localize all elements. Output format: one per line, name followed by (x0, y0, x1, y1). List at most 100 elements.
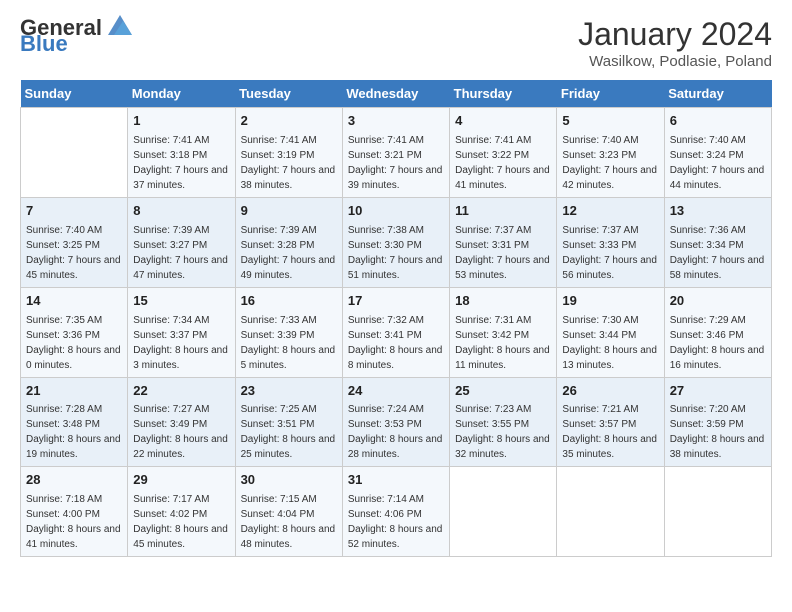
calendar-cell: 22Sunrise: 7:27 AMSunset: 3:49 PMDayligh… (128, 377, 235, 467)
day-number: 8 (133, 202, 229, 221)
day-header-wednesday: Wednesday (342, 80, 449, 108)
day-info: Sunrise: 7:14 AMSunset: 4:06 PMDaylight:… (348, 492, 444, 552)
day-number: 27 (670, 382, 766, 401)
day-number: 10 (348, 202, 444, 221)
week-row-1: 1 Sunrise: 7:41 AMSunset: 3:18 PMDaylight… (21, 108, 772, 198)
day-number: 24 (348, 382, 444, 401)
calendar-cell: 29 Sunrise: 7:17 AMSunset: 4:02 PMDayligh… (128, 467, 235, 557)
calendar-cell: 4 Sunrise: 7:41 AMSunset: 3:22 PMDaylight… (450, 108, 557, 198)
day-number: 21 (26, 382, 122, 401)
days-header-row: SundayMondayTuesdayWednesdayThursdayFrid… (21, 80, 772, 108)
calendar-cell: 7Sunrise: 7:40 AMSunset: 3:25 PMDaylight… (21, 197, 128, 287)
day-number: 1 (133, 112, 229, 131)
calendar-cell: 1 Sunrise: 7:41 AMSunset: 3:18 PMDaylight… (128, 108, 235, 198)
day-number: 19 (562, 292, 658, 311)
day-info: Sunrise: 7:37 AMSunset: 3:31 PMDaylight:… (455, 223, 551, 283)
calendar-cell: 14 Sunrise: 7:35 AMSunset: 3:36 PMDayligh… (21, 287, 128, 377)
logo-icon (104, 11, 136, 39)
calendar-cell (557, 467, 664, 557)
day-number: 28 (26, 471, 122, 490)
calendar-cell: 5Sunrise: 7:40 AMSunset: 3:23 PMDaylight… (557, 108, 664, 198)
day-info: Sunrise: 7:24 AMSunset: 3:53 PMDaylight:… (348, 402, 444, 462)
calendar-cell (450, 467, 557, 557)
day-header-saturday: Saturday (664, 80, 771, 108)
day-info: Sunrise: 7:18 AMSunset: 4:00 PMDaylight:… (26, 492, 122, 552)
day-number: 16 (241, 292, 337, 311)
header: General Blue January 2024 Wasilkow, Podl… (20, 16, 772, 70)
day-number: 31 (348, 471, 444, 490)
day-info: Sunrise: 7:36 AMSunset: 3:34 PMDaylight:… (670, 223, 766, 283)
day-number: 14 (26, 292, 122, 311)
day-info: Sunrise: 7:30 AMSunset: 3:44 PMDaylight:… (562, 313, 658, 373)
calendar-cell: 26Sunrise: 7:21 AMSunset: 3:57 PMDayligh… (557, 377, 664, 467)
day-info: Sunrise: 7:17 AMSunset: 4:02 PMDaylight:… (133, 492, 229, 552)
calendar-cell: 16 Sunrise: 7:33 AMSunset: 3:39 PMDayligh… (235, 287, 342, 377)
day-number: 18 (455, 292, 551, 311)
calendar-cell: 23Sunrise: 7:25 AMSunset: 3:51 PMDayligh… (235, 377, 342, 467)
day-number: 7 (26, 202, 122, 221)
day-info: Sunrise: 7:29 AMSunset: 3:46 PMDaylight:… (670, 313, 766, 373)
day-number: 9 (241, 202, 337, 221)
title-area: January 2024 Wasilkow, Podlasie, Poland (578, 16, 772, 70)
day-number: 4 (455, 112, 551, 131)
day-number: 23 (241, 382, 337, 401)
day-info: Sunrise: 7:38 AMSunset: 3:30 PMDaylight:… (348, 223, 444, 283)
day-number: 13 (670, 202, 766, 221)
day-header-tuesday: Tuesday (235, 80, 342, 108)
day-info: Sunrise: 7:39 AMSunset: 3:27 PMDaylight:… (133, 223, 229, 283)
day-number: 12 (562, 202, 658, 221)
calendar-cell: 27Sunrise: 7:20 AMSunset: 3:59 PMDayligh… (664, 377, 771, 467)
day-info: Sunrise: 7:37 AMSunset: 3:33 PMDaylight:… (562, 223, 658, 283)
calendar-cell: 9Sunrise: 7:39 AMSunset: 3:28 PMDaylight… (235, 197, 342, 287)
calendar-cell: 20 Sunrise: 7:29 AMSunset: 3:46 PMDayligh… (664, 287, 771, 377)
calendar-cell: 12 Sunrise: 7:37 AMSunset: 3:33 PMDayligh… (557, 197, 664, 287)
day-number: 20 (670, 292, 766, 311)
day-info: Sunrise: 7:15 AMSunset: 4:04 PMDaylight:… (241, 492, 337, 552)
day-info: Sunrise: 7:20 AMSunset: 3:59 PMDaylight:… (670, 402, 766, 462)
day-number: 11 (455, 202, 551, 221)
day-info: Sunrise: 7:40 AMSunset: 3:23 PMDaylight:… (562, 133, 658, 193)
day-number: 3 (348, 112, 444, 131)
calendar-cell: 18 Sunrise: 7:31 AMSunset: 3:42 PMDayligh… (450, 287, 557, 377)
day-number: 6 (670, 112, 766, 131)
day-number: 2 (241, 112, 337, 131)
day-info: Sunrise: 7:41 AMSunset: 3:18 PMDaylight:… (133, 133, 229, 193)
day-info: Sunrise: 7:31 AMSunset: 3:42 PMDaylight:… (455, 313, 551, 373)
calendar-cell: 15Sunrise: 7:34 AMSunset: 3:37 PMDayligh… (128, 287, 235, 377)
calendar-cell: 25Sunrise: 7:23 AMSunset: 3:55 PMDayligh… (450, 377, 557, 467)
calendar-cell: 17Sunrise: 7:32 AMSunset: 3:41 PMDayligh… (342, 287, 449, 377)
day-info: Sunrise: 7:28 AMSunset: 3:48 PMDaylight:… (26, 402, 122, 462)
month-title: January 2024 (578, 16, 772, 53)
calendar-table: SundayMondayTuesdayWednesdayThursdayFrid… (20, 80, 772, 557)
day-info: Sunrise: 7:27 AMSunset: 3:49 PMDaylight:… (133, 402, 229, 462)
day-number: 17 (348, 292, 444, 311)
week-row-5: 28 Sunrise: 7:18 AMSunset: 4:00 PMDayligh… (21, 467, 772, 557)
day-header-thursday: Thursday (450, 80, 557, 108)
day-info: Sunrise: 7:33 AMSunset: 3:39 PMDaylight:… (241, 313, 337, 373)
logo-text-blue: Blue (20, 32, 68, 56)
calendar-cell: 3 Sunrise: 7:41 AMSunset: 3:21 PMDaylight… (342, 108, 449, 198)
day-info: Sunrise: 7:41 AMSunset: 3:19 PMDaylight:… (241, 133, 337, 193)
day-number: 30 (241, 471, 337, 490)
day-info: Sunrise: 7:21 AMSunset: 3:57 PMDaylight:… (562, 402, 658, 462)
day-info: Sunrise: 7:25 AMSunset: 3:51 PMDaylight:… (241, 402, 337, 462)
calendar-cell (664, 467, 771, 557)
day-info: Sunrise: 7:41 AMSunset: 3:21 PMDaylight:… (348, 133, 444, 193)
week-row-2: 7Sunrise: 7:40 AMSunset: 3:25 PMDaylight… (21, 197, 772, 287)
calendar-cell: 10 Sunrise: 7:38 AMSunset: 3:30 PMDayligh… (342, 197, 449, 287)
day-info: Sunrise: 7:40 AMSunset: 3:24 PMDaylight:… (670, 133, 766, 193)
calendar-cell: 2 Sunrise: 7:41 AMSunset: 3:19 PMDaylight… (235, 108, 342, 198)
subtitle: Wasilkow, Podlasie, Poland (578, 53, 772, 70)
day-number: 29 (133, 471, 229, 490)
day-header-monday: Monday (128, 80, 235, 108)
calendar-cell: 28 Sunrise: 7:18 AMSunset: 4:00 PMDayligh… (21, 467, 128, 557)
calendar-cell: 24Sunrise: 7:24 AMSunset: 3:53 PMDayligh… (342, 377, 449, 467)
day-number: 26 (562, 382, 658, 401)
day-info: Sunrise: 7:41 AMSunset: 3:22 PMDaylight:… (455, 133, 551, 193)
calendar-cell: 13 Sunrise: 7:36 AMSunset: 3:34 PMDayligh… (664, 197, 771, 287)
page: General Blue January 2024 Wasilkow, Podl… (0, 0, 792, 612)
day-info: Sunrise: 7:35 AMSunset: 3:36 PMDaylight:… (26, 313, 122, 373)
calendar-cell (21, 108, 128, 198)
calendar-cell: 19 Sunrise: 7:30 AMSunset: 3:44 PMDayligh… (557, 287, 664, 377)
day-number: 22 (133, 382, 229, 401)
